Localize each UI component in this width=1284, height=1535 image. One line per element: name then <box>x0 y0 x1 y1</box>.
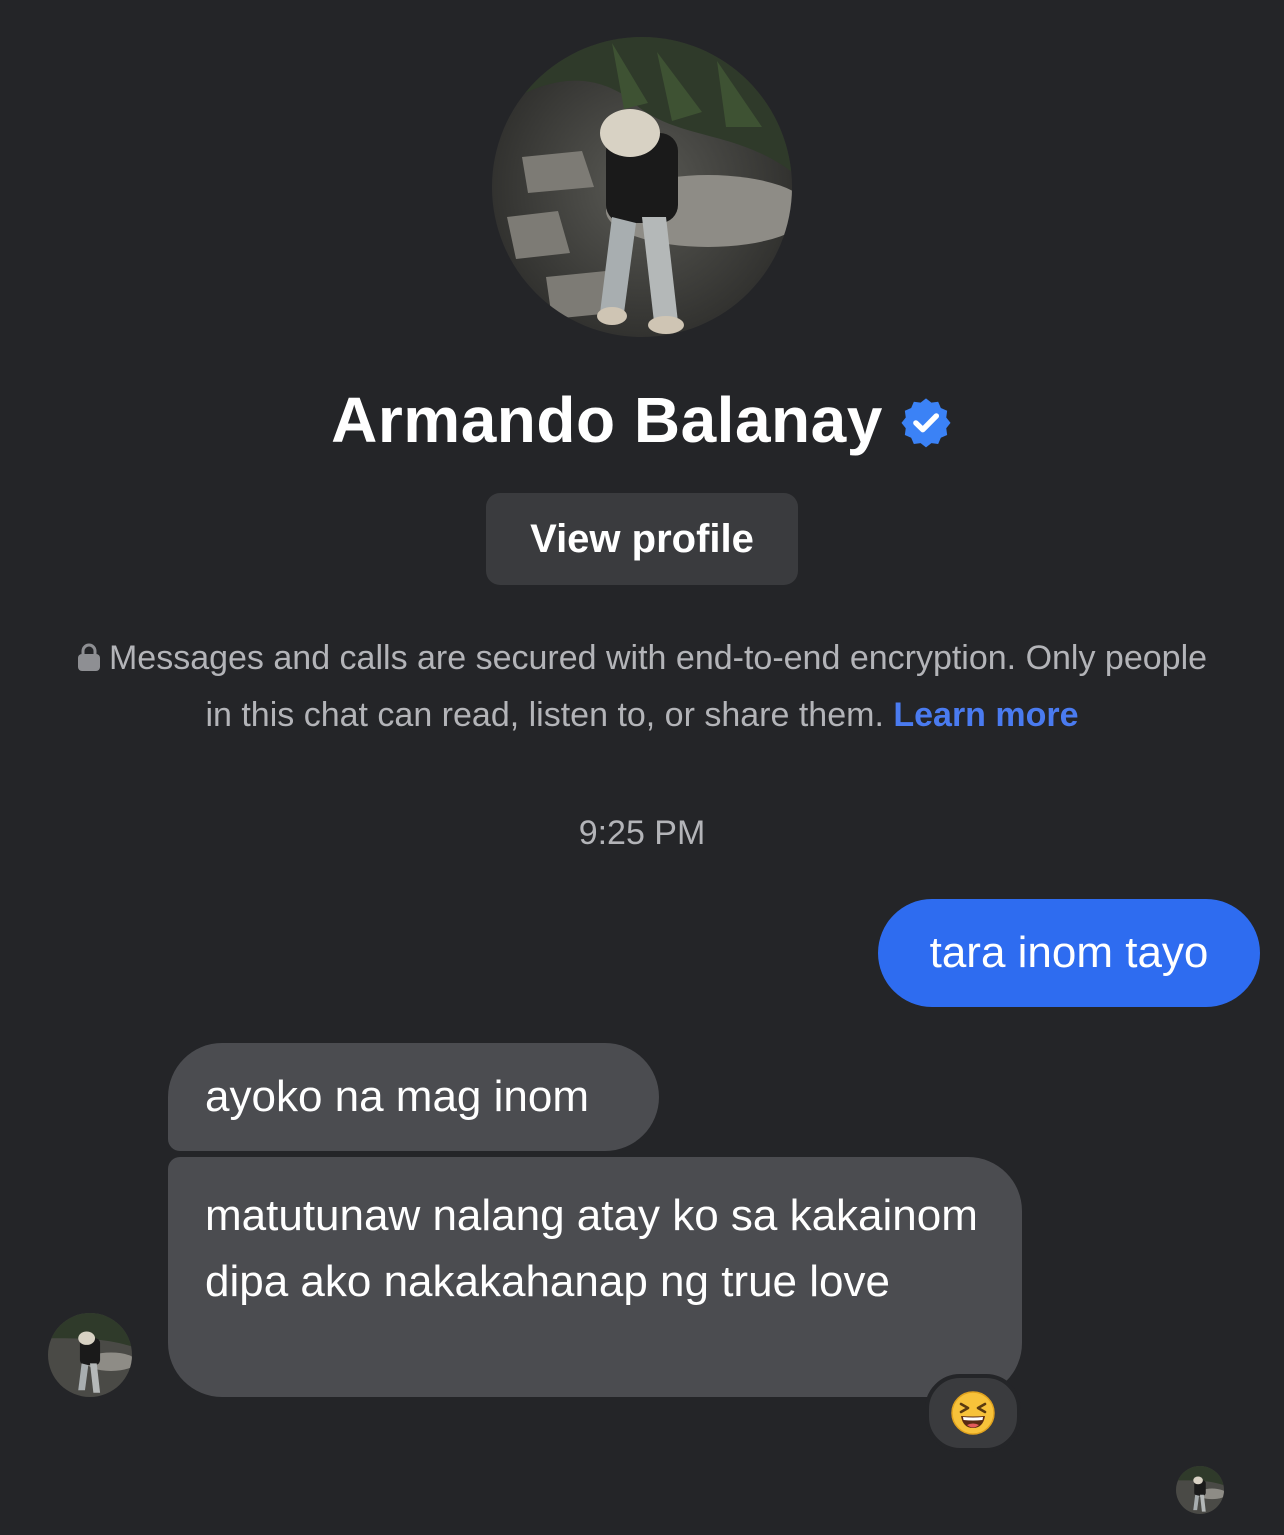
contact-avatar-large[interactable] <box>492 37 792 337</box>
profile-photo-image <box>492 37 792 337</box>
contact-name-row: Armando Balanay <box>0 375 1284 465</box>
learn-more-link[interactable]: Learn more <box>893 696 1078 734</box>
lock-icon <box>77 633 101 671</box>
read-receipt-avatar <box>1176 1466 1224 1514</box>
view-profile-button[interactable]: View profile <box>486 493 798 585</box>
verified-badge-icon <box>899 395 953 449</box>
incoming-message-bubble[interactable]: matutunaw nalang atay ko sa kakainom dip… <box>168 1157 1022 1397</box>
chat-screen: Armando Balanay View profile Messages an… <box>0 0 1284 1535</box>
outgoing-message-bubble[interactable]: tara inom tayo <box>878 899 1260 1007</box>
contact-name: Armando Balanay <box>331 384 883 456</box>
grinning-squinting-face-emoji-icon <box>951 1391 995 1435</box>
profile-photo-image <box>1176 1466 1224 1514</box>
contact-avatar-small[interactable] <box>48 1313 132 1397</box>
encryption-notice: Messages and calls are secured with end-… <box>60 630 1224 744</box>
incoming-message-bubble[interactable]: ayoko na mag inom <box>168 1043 659 1151</box>
message-timestamp: 9:25 PM <box>578 814 706 852</box>
profile-photo-image <box>48 1313 132 1397</box>
message-reaction[interactable] <box>925 1374 1021 1452</box>
